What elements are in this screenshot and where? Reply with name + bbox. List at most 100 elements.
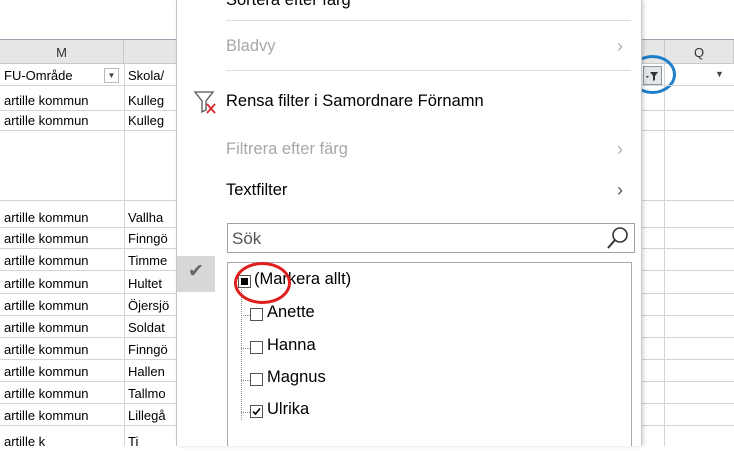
table-cell[interactable]: artille kommun xyxy=(4,251,122,270)
tree-connector xyxy=(241,348,250,349)
table-cell[interactable]: Kulleg xyxy=(128,111,176,130)
grid-hline xyxy=(640,293,734,294)
table-cell[interactable]: Timme xyxy=(128,251,176,270)
table-cell[interactable]: artille kommun xyxy=(4,274,122,293)
grid-hline xyxy=(0,227,176,228)
menu-item-label: Sortera efter färg xyxy=(226,0,351,9)
menu-item-sheet-view[interactable]: Bladvy › xyxy=(177,32,639,62)
dropdown-glyph: ▼ xyxy=(107,71,116,80)
table-cell[interactable]: artille kommun xyxy=(4,111,122,130)
header-cell-skola[interactable]: Skola/ xyxy=(128,66,176,85)
grid-hline xyxy=(0,293,176,294)
grid-hline xyxy=(0,85,176,86)
grid-hline xyxy=(640,270,734,271)
list-item-label: Magnus xyxy=(267,368,326,386)
table-cell[interactable]: artille kommun xyxy=(4,318,122,337)
menu-item-sort-by-color[interactable]: Sortera efter färg xyxy=(177,0,639,16)
grid-hline xyxy=(0,130,176,131)
table-cell[interactable]: artille kommun xyxy=(4,208,122,227)
grid-hline xyxy=(640,315,734,316)
grid-hline xyxy=(640,130,734,131)
grid-hline xyxy=(0,359,176,360)
column-letter-q: Q xyxy=(693,45,705,60)
table-cell[interactable]: Vallha xyxy=(128,208,176,227)
table-cell[interactable]: artille kommun xyxy=(4,362,122,381)
checkbox-checked[interactable] xyxy=(250,405,263,418)
dropdown-arrow-icon[interactable]: ▼ xyxy=(104,68,119,83)
dropdown-glyph: ▼ xyxy=(715,69,724,79)
annotation-circle-red xyxy=(234,262,291,304)
table-cell[interactable]: artille kommun xyxy=(4,296,122,315)
grid-hline xyxy=(0,337,176,338)
table-cell[interactable]: artille kommun xyxy=(4,384,122,403)
grid-hline xyxy=(0,381,176,382)
grid-hline xyxy=(0,315,176,316)
grid-hline xyxy=(0,403,176,404)
column-letter-m: M xyxy=(56,45,67,60)
chevron-right-icon: › xyxy=(617,36,623,56)
table-cell[interactable]: Hallen xyxy=(128,362,176,381)
autofilter-menu: Sortera efter färg Bladvy › Rensa filter… xyxy=(176,0,642,446)
table-cell[interactable]: artille kommun xyxy=(4,406,122,425)
table-cell[interactable]: artille k xyxy=(4,432,122,451)
table-cell[interactable]: Soldat xyxy=(128,318,176,337)
grid-vline xyxy=(664,64,665,446)
checkbox[interactable] xyxy=(250,373,263,386)
chevron-right-icon: › xyxy=(617,180,623,200)
grid-hline xyxy=(0,425,176,426)
grid-hline xyxy=(0,200,176,201)
list-item-label: Ulrika xyxy=(267,400,310,418)
chevron-right-icon: › xyxy=(617,139,623,159)
menu-item-label: Textfilter xyxy=(226,181,288,199)
column-header-n[interactable] xyxy=(124,40,176,64)
search-icon[interactable] xyxy=(606,226,630,250)
tree-connector xyxy=(241,412,250,413)
tree-connector xyxy=(241,285,242,420)
menu-item-label: Filtrera efter färg xyxy=(226,140,348,158)
table-cell[interactable]: Finngö xyxy=(128,340,176,359)
table-cell[interactable]: Öjersjö xyxy=(128,296,176,315)
grid-hline xyxy=(640,227,734,228)
menu-item-label: Bladvy xyxy=(226,37,276,55)
grid-hline xyxy=(640,110,734,111)
tree-connector xyxy=(241,380,250,381)
checkmark-icon: ✔ xyxy=(188,261,204,282)
menu-item-text-filter[interactable]: Textfilter › xyxy=(177,176,639,206)
dropdown-arrow-icon[interactable]: ▼ xyxy=(712,68,727,83)
table-cell[interactable]: Finngö xyxy=(128,229,176,248)
grid-hline xyxy=(640,381,734,382)
checkbox[interactable] xyxy=(250,341,263,354)
column-header-m[interactable]: M xyxy=(0,40,124,64)
column-header-q[interactable]: Q xyxy=(665,40,734,64)
table-cell[interactable]: Tallmo xyxy=(128,384,176,403)
grid-hline xyxy=(640,200,734,201)
grid-hline xyxy=(640,85,734,86)
table-cell[interactable]: Kulleg xyxy=(128,91,176,110)
checkmark-pane: ✔ xyxy=(177,256,215,292)
grid-hline xyxy=(640,337,734,338)
tree-connector xyxy=(241,315,250,316)
menu-separator xyxy=(226,70,631,71)
grid-hline xyxy=(640,403,734,404)
grid-vline xyxy=(124,64,125,446)
clear-filter-icon xyxy=(193,89,217,115)
menu-item-clear-filter[interactable]: Rensa filter i Samordnare Förnamn xyxy=(177,87,639,117)
search-input[interactable]: Sök xyxy=(227,223,635,253)
menu-separator xyxy=(226,20,631,21)
table-cell[interactable]: artille kommun xyxy=(4,340,122,359)
table-cell[interactable]: Hultet xyxy=(128,274,176,293)
table-cell[interactable]: Lillegå xyxy=(128,406,176,425)
table-cell[interactable]: Ti xyxy=(128,432,176,451)
grid-hline xyxy=(0,248,176,249)
table-cell[interactable]: artille kommun xyxy=(4,91,122,110)
menu-item-filter-by-color[interactable]: Filtrera efter färg › xyxy=(177,135,639,165)
grid-hline xyxy=(640,359,734,360)
grid-hline xyxy=(0,270,176,271)
menu-item-label: Rensa filter i Samordnare Förnamn xyxy=(226,92,484,110)
table-cell[interactable]: artille kommun xyxy=(4,229,122,248)
header-cell-fu-omrade[interactable]: FU-Område xyxy=(4,66,99,85)
grid-hline xyxy=(640,248,734,249)
list-item-label: Anette xyxy=(267,303,315,321)
grid-hline xyxy=(640,425,734,426)
checkbox[interactable] xyxy=(250,308,263,321)
